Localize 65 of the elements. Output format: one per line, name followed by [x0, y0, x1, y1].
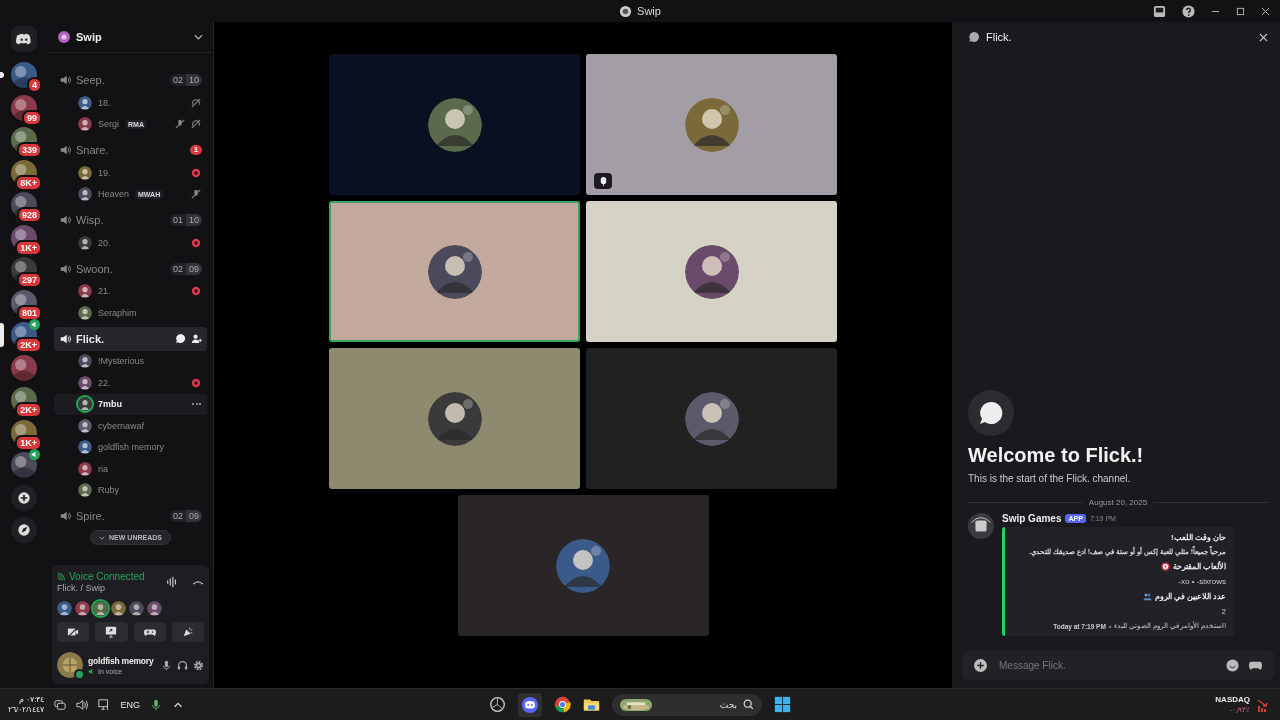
member-name: 22. [98, 377, 111, 388]
welcome-title: Welcome to Flick.! [968, 444, 1145, 467]
mention-badge: 1 [190, 145, 202, 155]
unread-count-badge: 2K+ [15, 337, 42, 353]
voice-member[interactable]: cybernawaf [54, 415, 207, 437]
channel-name: Spire. [76, 510, 106, 522]
voice-member[interactable]: Ruby [54, 479, 207, 501]
clock-date[interactable]: ٢٦/٠٢/١٤٤٧ [8, 704, 45, 715]
voice-member[interactable]: 19. [54, 162, 207, 184]
voice-member[interactable]: 21. [54, 280, 207, 302]
channel-name: Snare. [76, 144, 110, 156]
voice-channel[interactable]: Seep. 02 10 [54, 68, 207, 92]
member-name: Ruby [98, 485, 119, 496]
date-divider: August 20, 2025 [1088, 498, 1148, 507]
search-field[interactable]: بحث [612, 693, 762, 716]
voice-member[interactable]: !Mysterious [54, 350, 207, 372]
voice-channel[interactable]: Swoon. 02 09 [54, 256, 207, 281]
voice-channel[interactable]: Snare. 1 [54, 138, 207, 162]
window-title: Swip [637, 5, 661, 17]
member-name: 20. [98, 237, 111, 248]
message-author[interactable]: Swip Games [1002, 513, 1062, 524]
voice-member[interactable]: goldfish memory [54, 436, 207, 458]
channel-name: Wisp. [76, 214, 105, 226]
channel-name: Flick. [76, 332, 106, 345]
language-indicator[interactable]: ENG [120, 699, 140, 710]
welcome-text: This is the start of the Flick. channel. [968, 473, 1132, 484]
member-name: Seraphim [98, 307, 137, 318]
unread-count-badge: 2K+ [15, 402, 42, 418]
voice-channel[interactable]: Flick. [54, 326, 207, 351]
clock-time[interactable]: ٠٧:٣٤ م [19, 694, 45, 705]
voice-member[interactable]: 20. [54, 232, 207, 254]
voice-member[interactable]: ria [54, 458, 207, 480]
voice-member[interactable]: Seraphim [54, 302, 207, 324]
member-name: cybernawaf [98, 420, 145, 431]
voice-location[interactable]: Flick. / Swip [57, 583, 152, 593]
voice-member[interactable]: 22. [54, 372, 207, 394]
member-name: 19. [98, 167, 111, 178]
member-name: 7mbu [98, 399, 122, 410]
member-name: ria [98, 463, 108, 474]
channel-name: Seep. [76, 74, 106, 86]
embed-field-value: 2 [1221, 607, 1226, 616]
member-name: 18. [98, 97, 111, 108]
chat-title: Flick. [986, 31, 1013, 43]
channel-name: Swoon. [76, 262, 114, 275]
unread-count-badge: 928 [16, 207, 42, 223]
voice-member[interactable]: 18. [54, 92, 207, 114]
member-name: Heaven [98, 189, 130, 200]
member-name: Sergi [98, 119, 119, 130]
voice-member[interactable]: 7mbu [54, 393, 207, 415]
embed-title: حان وقت اللعب! [1170, 533, 1226, 542]
member-name: goldfish memory [98, 442, 165, 453]
server-name[interactable]: Swip [76, 31, 188, 43]
embed-field-value: -xo • -sixrows [1178, 577, 1226, 586]
message-input[interactable]: Message Flick. [997, 658, 1216, 672]
member-name: !Mysterious [98, 356, 144, 367]
search-input[interactable]: بحث [656, 698, 739, 711]
user-name: goldfish memory [88, 655, 155, 666]
unread-count-badge: 297 [16, 272, 42, 288]
voice-status: Voice Connected [69, 571, 145, 582]
unread-count-badge: 339 [16, 142, 42, 158]
ticker-name[interactable]: NASDAQ [1215, 694, 1250, 705]
voice-channel[interactable]: Spire. 02 09 [54, 504, 207, 528]
voice-channel[interactable]: Wisp. 01 10 [54, 208, 207, 232]
member-name: 21. [98, 286, 111, 297]
message-input-field[interactable]: Message Flick. [962, 650, 1274, 680]
